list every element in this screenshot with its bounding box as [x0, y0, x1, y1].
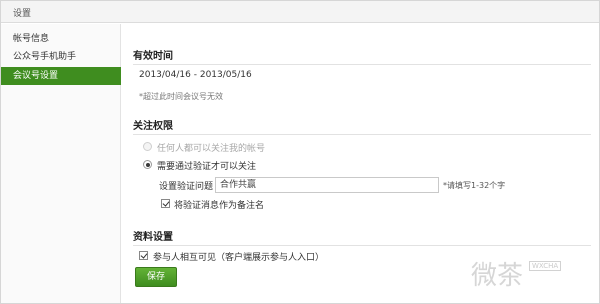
verify-question-input[interactable]: 合作共赢	[215, 177, 439, 193]
profile-section-title: 资料设置	[133, 232, 173, 243]
sidebar: 帐号信息 公众号手机助手 会议号设置	[1, 24, 121, 303]
validity-section-title: 有效时间	[133, 51, 173, 62]
follow-section-title: 关注权限	[133, 121, 173, 132]
validity-divider	[133, 64, 591, 65]
watermark-logo: 微茶 WXCHA	[471, 255, 591, 293]
settings-window: 设置 帐号信息 公众号手机助手 会议号设置 有效时间 2013/04/16 - …	[0, 0, 600, 304]
title-bar: 设置	[1, 1, 599, 23]
mutual-visible-checkbox[interactable]	[139, 251, 148, 260]
radio-anyone-follow-label: 任何人都可以关注我的帐号	[157, 144, 266, 154]
save-button[interactable]: 保存	[135, 267, 177, 287]
page-title: 设置	[13, 9, 32, 19]
verify-question-hint: *请填写1-32个字	[443, 181, 506, 190]
validity-range: 2013/04/16 - 2013/05/16	[139, 70, 252, 80]
radio-verify-follow[interactable]	[143, 160, 152, 169]
follow-divider	[133, 134, 591, 135]
sidebar-item-mobile-assistant[interactable]: 公众号手机助手	[1, 48, 121, 66]
profile-divider	[133, 245, 591, 246]
use-as-remark-checkbox[interactable]	[161, 199, 170, 208]
radio-anyone-follow[interactable]	[143, 142, 152, 151]
watermark-text: 微茶	[471, 261, 524, 291]
sidebar-item-meeting-settings[interactable]: 会议号设置	[1, 67, 121, 85]
use-as-remark-label: 将验证消息作为备注名	[174, 201, 265, 211]
mutual-visible-label: 参与人相互可见（客户端展示参与人入口）	[153, 253, 325, 263]
sidebar-item-account-info[interactable]: 帐号信息	[1, 30, 121, 48]
validity-note: *超过此时间会议号无效	[139, 92, 223, 101]
verify-question-label: 设置验证问题	[159, 182, 214, 192]
watermark-sub: WXCHA	[529, 261, 562, 271]
radio-verify-follow-label: 需要通过验证才可以关注	[157, 162, 257, 172]
